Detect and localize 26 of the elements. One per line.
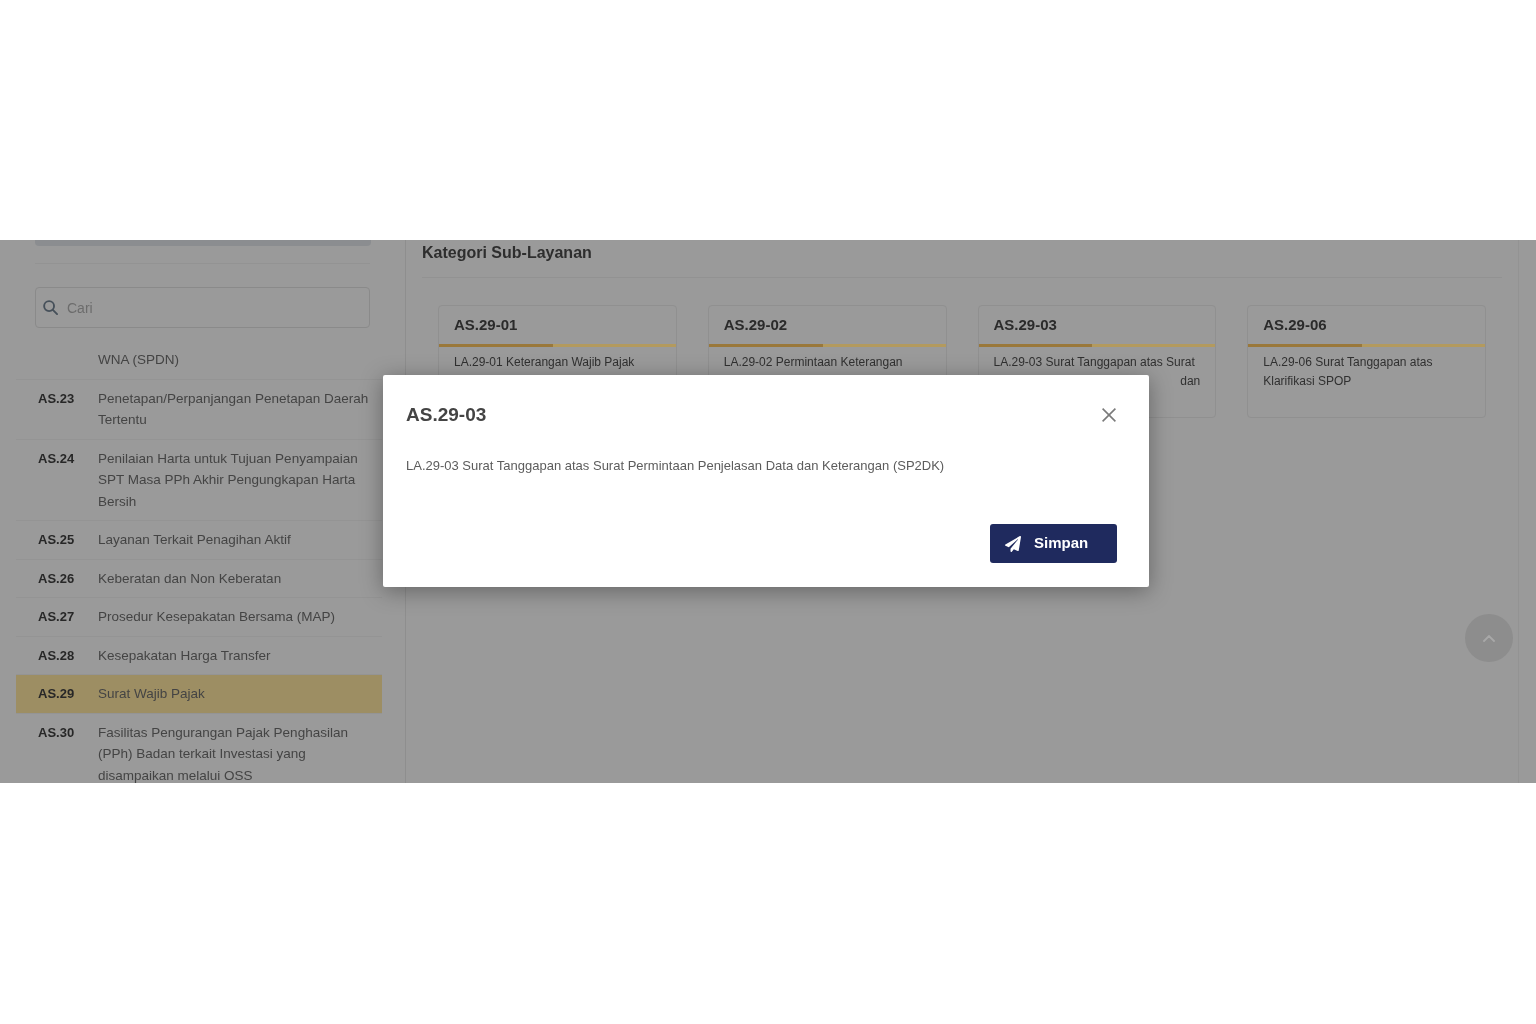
save-button[interactable]: Simpan — [990, 524, 1117, 563]
card-title: AS.29-06 — [1263, 315, 1327, 335]
service-card[interactable]: AS.29-06 LA.29-06 Surat Tanggapan atas Klarifikasi SPOP — [1247, 305, 1486, 418]
close-button[interactable] — [1102, 408, 1116, 422]
section-title: Kategori Sub-Layanan — [422, 243, 593, 263]
sidebar-item[interactable]: WNA (SPDN) — [16, 341, 382, 380]
sidebar-item[interactable]: AS.26 Keberatan dan Non Keberatan — [16, 559, 382, 598]
card-description: dan — [1180, 373, 1201, 390]
card-description: LA.29-03 Surat Tanggapan atas Surat — [993, 354, 1196, 371]
sidebar-item[interactable]: AS.24 Penilaian Harta untuk Tujuan Penyampaian SPT Masa PPh Akhir Pengungkapan Harta Bersih — [16, 439, 382, 521]
card-description: LA.29-06 Surat Tanggapan atas Klarifikasi SPOP — [1263, 354, 1434, 390]
sidebar-item[interactable]: AS.30 Fasilitas Pengurangan Pajak Penghasilan (PPh) Badan terkait Investasi yang disampaikan melalui OSS — [16, 713, 382, 783]
sidebar-item[interactable]: AS.27 Prosedur Kesepakatan Bersama (MAP) — [16, 598, 382, 637]
card-description: LA.29-02 Permintaan Keterangan — [723, 354, 904, 371]
sidebar-item[interactable]: AS.23 Penetapan/Perpanjangan Penetapan Daerah Tertentu — [16, 379, 382, 440]
card-title: AS.29-03 — [993, 315, 1057, 335]
dialog-message: LA.29-03 Surat Tanggapan atas Surat Permintaan Penjelasan Data dan Keterangan (SP2DK) — [406, 457, 946, 475]
card-description: LA.29-01 Keterangan Wajib Pajak — [454, 354, 636, 371]
card-title: AS.29-02 — [723, 315, 788, 335]
sidebar-item[interactable]: AS.25 Layanan Terkait Penagihan Aktif — [16, 521, 382, 560]
card-title: AS.29-01 — [454, 315, 518, 335]
close-icon — [1102, 408, 1116, 422]
sidebar-item[interactable]: AS.29 Surat Wajib Pajak — [16, 675, 382, 714]
search-icon — [43, 300, 58, 315]
paper-plane-icon — [1005, 535, 1021, 552]
chevron-up-icon — [1483, 634, 1495, 642]
